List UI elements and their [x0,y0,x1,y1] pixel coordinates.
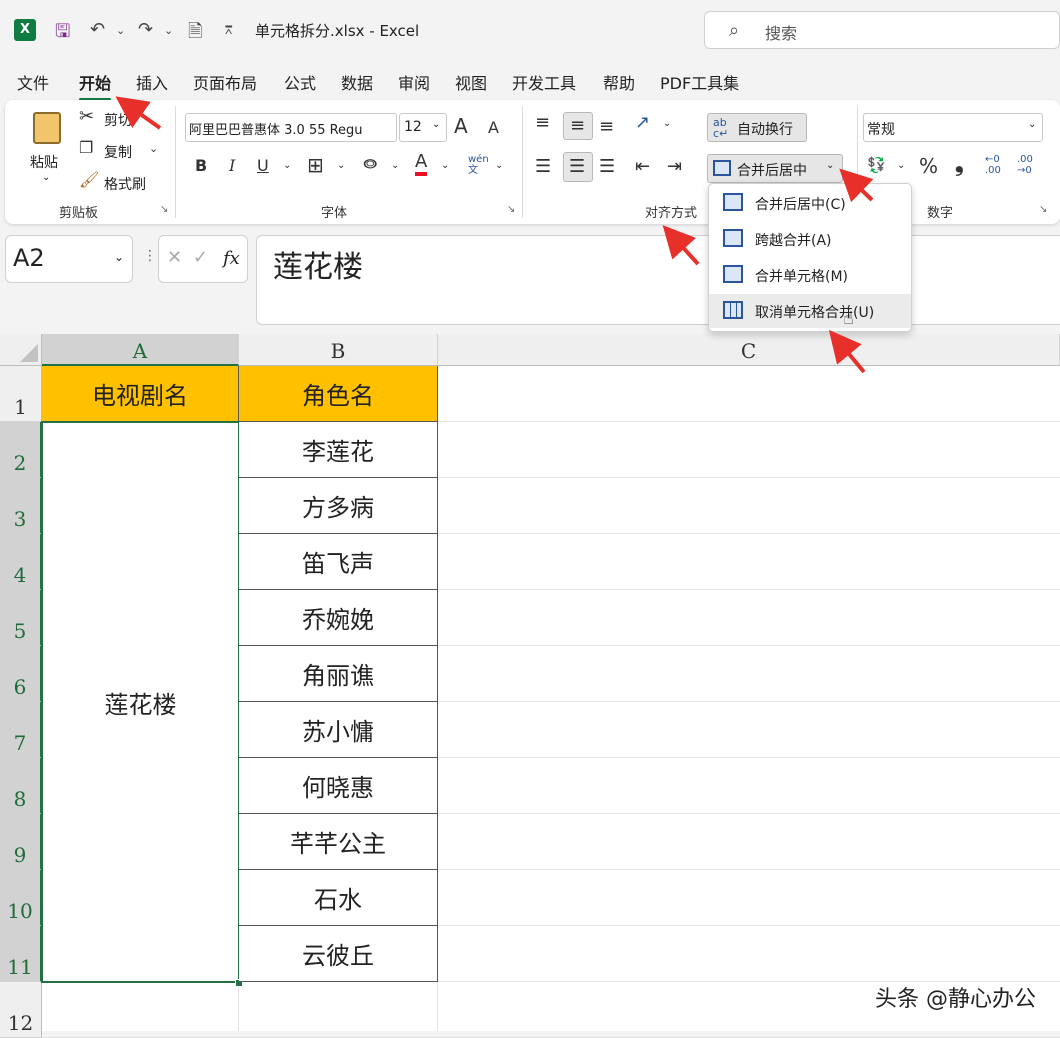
arrow-to-unmerge-item [828,329,866,374]
arrow-to-home-tab [115,96,162,130]
arrow-to-alignment-group [662,225,700,266]
annotation-arrows [115,96,874,374]
arrow-to-merge-dropdown [839,168,874,203]
